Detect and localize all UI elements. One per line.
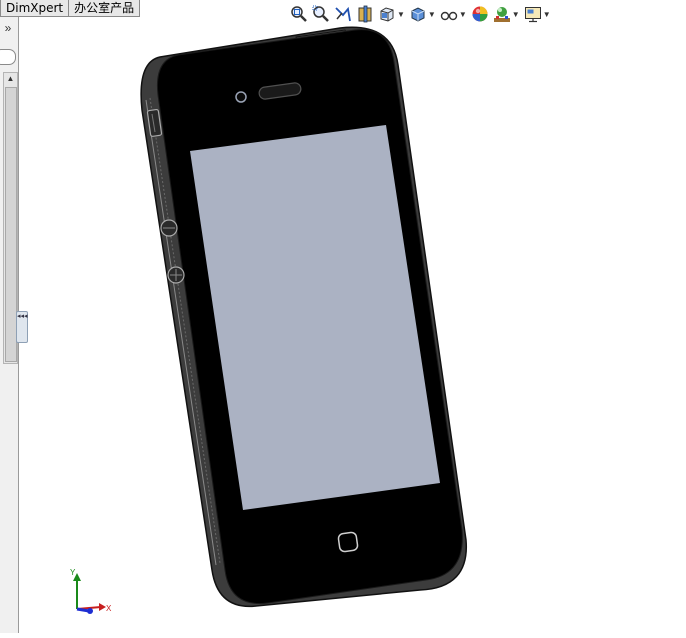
- coordinate-triad: Y X: [70, 568, 112, 614]
- triad-x-label: X: [106, 604, 112, 613]
- expand-panel-icon[interactable]: »: [0, 22, 16, 36]
- scroll-up-icon[interactable]: ▲: [4, 73, 17, 85]
- phone-model[interactable]: [19, 17, 686, 633]
- graphics-viewport[interactable]: Y X: [19, 17, 686, 633]
- panel-handle[interactable]: [0, 49, 16, 65]
- triad-y-label: Y: [70, 568, 76, 577]
- tab-dimxpert[interactable]: DimXpert: [0, 0, 70, 17]
- tab-office-products[interactable]: 办公室产品: [69, 0, 141, 17]
- command-manager-tabs: DimXpert 办公室产品: [0, 0, 141, 17]
